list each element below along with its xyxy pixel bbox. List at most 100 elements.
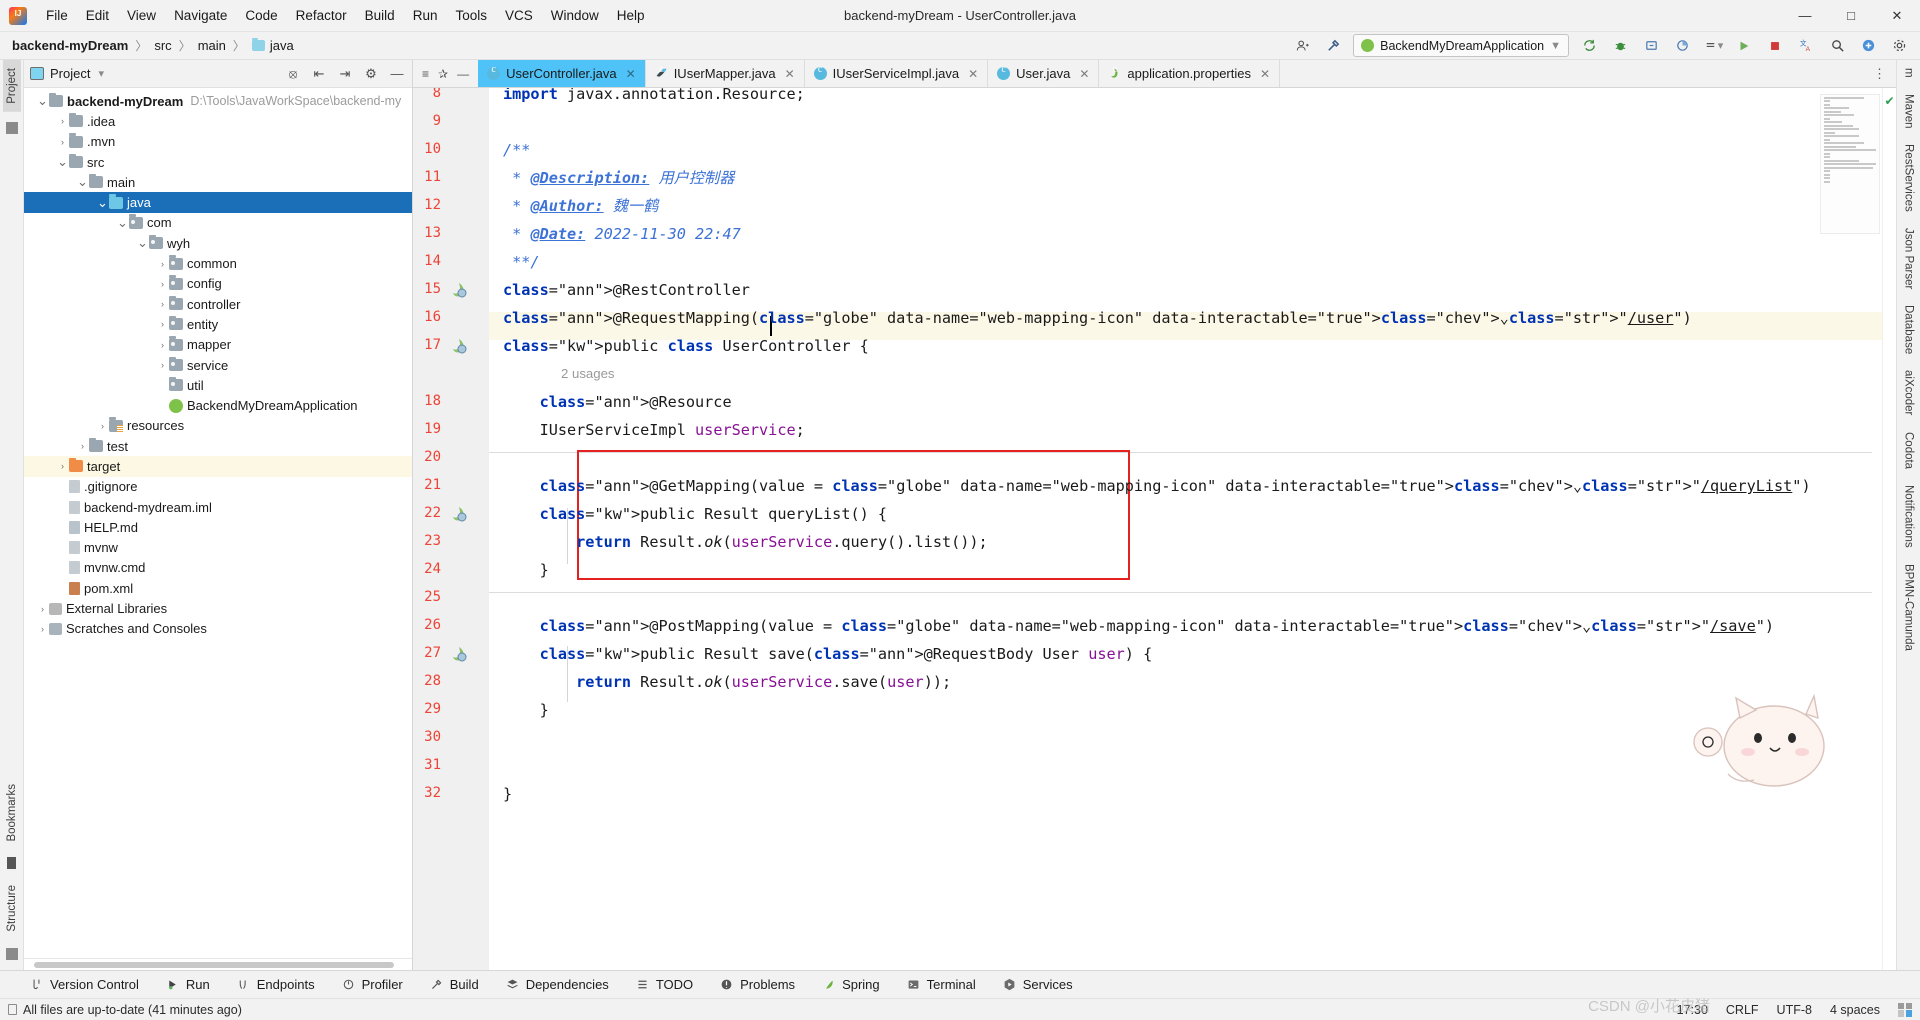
spring-bean-icon[interactable]	[451, 282, 467, 298]
code-line-32[interactable]: }	[503, 780, 512, 808]
tree-node-common[interactable]: ›common	[24, 253, 412, 273]
spring-controller-icon[interactable]	[451, 338, 467, 354]
code-minimap[interactable]	[1820, 94, 1880, 234]
close-icon[interactable]: ✕	[626, 67, 636, 81]
expand-all-icon[interactable]: ⇤	[310, 66, 328, 82]
code-line-12[interactable]: * @Author: 魏一鹤	[503, 192, 658, 220]
tab-application-properties[interactable]: application.properties✕	[1099, 60, 1280, 87]
tree-node-external-libraries[interactable]: ›External Libraries	[24, 598, 412, 618]
minimize-icon[interactable]: —	[1782, 0, 1828, 32]
build-hammer-icon[interactable]	[1322, 35, 1344, 57]
right-rail-item-codota[interactable]: Codota	[1900, 424, 1918, 477]
chevron-right-icon[interactable]: ›	[36, 604, 49, 614]
tool-window-services[interactable]: Services	[999, 975, 1077, 994]
tab-iuserserviceimpl-java[interactable]: IUserServiceImpl.java✕	[805, 60, 989, 87]
tool-window-run[interactable]: Run	[162, 975, 214, 994]
tab-usercontroller-java[interactable]: UserController.java✕	[478, 60, 646, 87]
tree-node--mvn[interactable]: ›.mvn	[24, 132, 412, 152]
menu-item-edit[interactable]: Edit	[77, 4, 118, 27]
right-rail-item-restservices[interactable]: RestServices	[1900, 136, 1918, 220]
hide-panel-icon[interactable]: —	[388, 66, 406, 81]
code-line-28[interactable]: return Result.ok(userService.save(user))…	[503, 668, 951, 696]
tree-node-target[interactable]: ›target	[24, 456, 412, 476]
tab-actions[interactable]: ≡ ✰ —	[413, 60, 478, 87]
code-line-16[interactable]: class="ann">@RequestMapping(class="globe…	[503, 304, 1692, 332]
bottom-tool-window-bar[interactable]: Version ControlRunEndpointsProfilerBuild…	[0, 970, 1920, 998]
menu-item-code[interactable]: Code	[236, 4, 286, 27]
editor-tab-strip[interactable]: ≡ ✰ — UserController.java✕IUserMapper.ja…	[413, 60, 1896, 88]
marker-bar[interactable]: ✔	[1882, 88, 1896, 970]
menu-item-file[interactable]: File	[37, 4, 77, 27]
code-line-23[interactable]: return Result.ok(userService.query().lis…	[503, 528, 988, 556]
tool-window-todo[interactable]: TODO	[632, 975, 697, 994]
breadcrumb-item-java[interactable]: java	[252, 38, 294, 53]
chevron-down-icon[interactable]: ⌄	[76, 174, 89, 190]
stop-icon[interactable]	[1764, 35, 1786, 57]
right-rail-item-notifications[interactable]: Notifications	[1900, 477, 1918, 556]
code-line-24[interactable]: }	[503, 556, 549, 584]
search-icon[interactable]	[1826, 35, 1848, 57]
breadcrumb[interactable]: backend-myDream〉src〉main〉java	[12, 37, 294, 54]
tree-node--gitignore[interactable]: .gitignore	[24, 477, 412, 497]
update-project-icon[interactable]	[1578, 35, 1600, 57]
code-editor[interactable]: 8910111213141516171819202122232425262728…	[413, 88, 1896, 970]
menu-item-navigate[interactable]: Navigate	[165, 4, 236, 27]
code-line-27[interactable]: class="kw">public Result save(class="ann…	[503, 640, 1152, 668]
sort-tabs-icon[interactable]: ≡	[422, 67, 429, 81]
right-rail-item-m[interactable]: m	[1900, 60, 1918, 86]
tool-window-problems[interactable]: Problems	[716, 975, 799, 994]
tool-window-build[interactable]: Build	[426, 975, 483, 994]
user-account-icon[interactable]	[1291, 35, 1313, 57]
attach-process-icon[interactable]	[1640, 35, 1662, 57]
main-menu[interactable]: FileEditViewNavigateCodeRefactorBuildRun…	[37, 4, 654, 27]
tree-node-backend-mydream[interactable]: ⌄backend-myDreamD:\Tools\JavaWorkSpace\b…	[24, 91, 412, 111]
tree-node-mapper[interactable]: ›mapper	[24, 335, 412, 355]
settings-gear-icon[interactable]	[1888, 35, 1910, 57]
structure-icon[interactable]	[6, 948, 18, 960]
code-line-29[interactable]: }	[503, 696, 549, 724]
tool-window-terminal[interactable]: Terminal	[903, 975, 980, 994]
tree-node-wyh[interactable]: ⌄wyh	[24, 233, 412, 253]
tree-node-entity[interactable]: ›entity	[24, 314, 412, 334]
run-icon[interactable]	[1733, 35, 1755, 57]
tree-node-backendmydreamapplication[interactable]: BackendMyDreamApplication	[24, 395, 412, 415]
menu-item-help[interactable]: Help	[608, 4, 654, 27]
chevron-down-icon[interactable]: ⌄	[96, 195, 109, 211]
menu-item-tools[interactable]: Tools	[446, 4, 496, 27]
tree-node-main[interactable]: ⌄main	[24, 172, 412, 192]
close-icon[interactable]: ✕	[1079, 67, 1089, 81]
coverage-icon[interactable]	[1671, 35, 1693, 57]
chevron-right-icon[interactable]: ›	[156, 319, 169, 329]
chevron-right-icon[interactable]: ›	[76, 441, 89, 451]
structure-rail-icon[interactable]	[6, 122, 18, 134]
tree-node-resources[interactable]: ›resources	[24, 416, 412, 436]
debug-icon[interactable]	[1609, 35, 1631, 57]
right-rail-item-json-parser[interactable]: Json Parser	[1900, 220, 1918, 297]
chevron-down-icon[interactable]: ⌄	[56, 154, 69, 170]
maximize-icon[interactable]: □	[1828, 0, 1874, 32]
run-configuration-selector[interactable]: BackendMyDreamApplication ▼	[1353, 34, 1569, 57]
right-rail-item-maven[interactable]: Maven	[1900, 86, 1918, 137]
status-indent[interactable]: 4 spaces	[1830, 1003, 1880, 1017]
code-line-18[interactable]: class="ann">@Resource	[503, 388, 732, 416]
pin-icon[interactable]: ✰	[438, 67, 448, 81]
tree-node-test[interactable]: ›test	[24, 436, 412, 456]
translate-icon[interactable]: 文A	[1795, 35, 1817, 57]
tool-window-endpoints[interactable]: Endpoints	[233, 975, 319, 994]
chevron-down-icon[interactable]: ▼	[1550, 40, 1561, 52]
tree-node-scratches-and-consoles[interactable]: ›Scratches and Consoles	[24, 619, 412, 639]
bookmark-icon[interactable]	[7, 857, 16, 869]
tree-node-mvnw-cmd[interactable]: mvnw.cmd	[24, 558, 412, 578]
code-line-11[interactable]: * @Description: 用户控制器	[503, 164, 734, 192]
tool-window-dependencies[interactable]: Dependencies	[502, 975, 613, 994]
code-line-15[interactable]: class="ann">@RestController	[503, 276, 750, 304]
settings-gear-icon[interactable]: ⚙	[362, 66, 380, 82]
locate-icon[interactable]: ⦻	[284, 66, 302, 82]
code-line-8[interactable]: import javax.annotation.Resource;	[503, 88, 805, 108]
sidebar-item-project[interactable]: Project	[3, 60, 21, 112]
menu-item-vcs[interactable]: VCS	[496, 4, 542, 27]
more-run-options-icon[interactable]: ▾	[1702, 35, 1724, 57]
close-icon[interactable]: ✕	[968, 67, 978, 81]
chevron-down-icon[interactable]: ▾	[98, 67, 104, 80]
chevron-right-icon[interactable]: ›	[56, 137, 69, 147]
